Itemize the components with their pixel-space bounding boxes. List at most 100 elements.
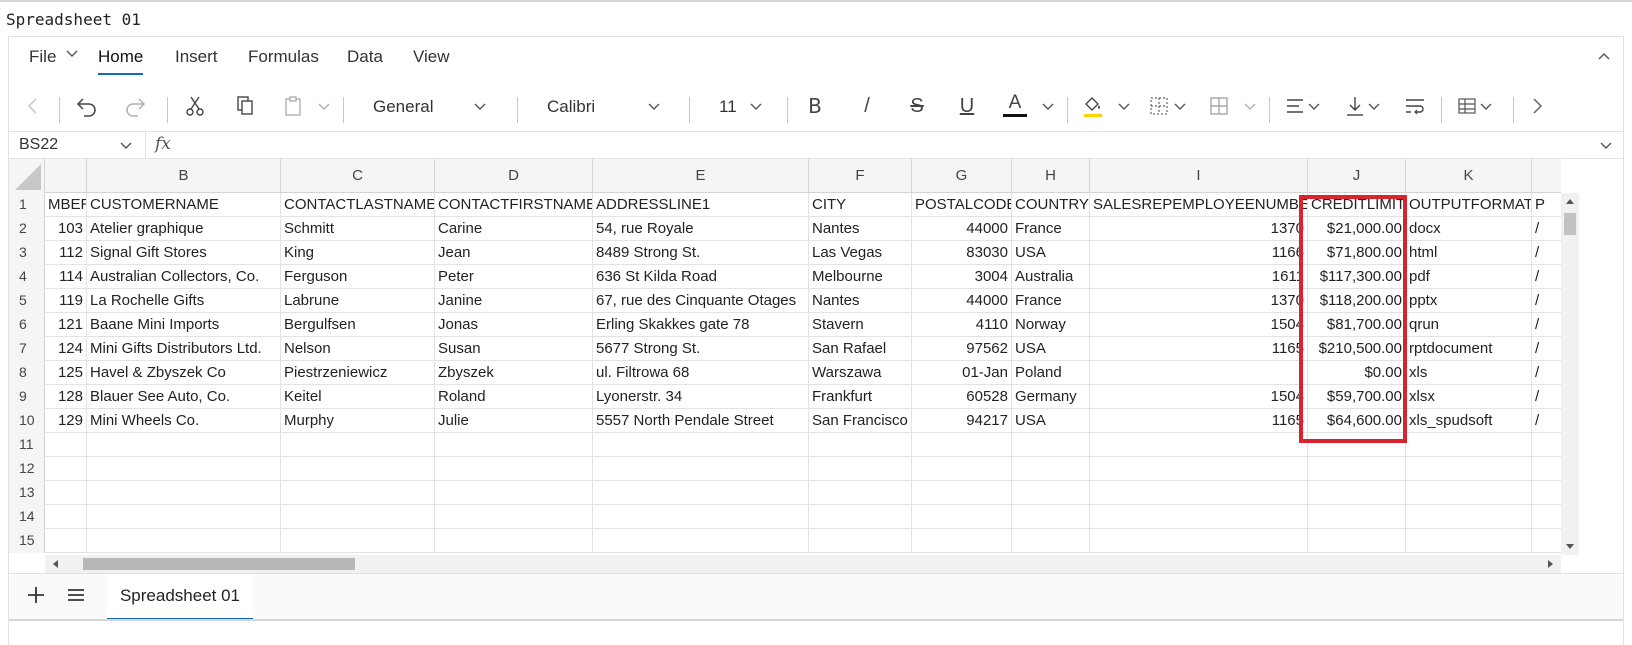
cell[interactable]: docx xyxy=(1406,217,1532,241)
cell[interactable]: OUTPUTFORMAT xyxy=(1406,193,1532,217)
cell[interactable]: Keitel xyxy=(281,385,435,409)
paste-options-chevron-icon[interactable] xyxy=(317,99,333,115)
cell[interactable] xyxy=(593,481,809,505)
cell[interactable]: $59,700.00 xyxy=(1308,385,1406,409)
cell[interactable]: 3004 xyxy=(912,265,1012,289)
row-header[interactable]: 2 xyxy=(9,217,45,241)
cell[interactable] xyxy=(281,505,435,529)
tab-view[interactable]: View xyxy=(413,47,450,67)
cell[interactable] xyxy=(87,481,281,505)
cell[interactable]: 44000 xyxy=(912,289,1012,313)
cell[interactable]: 60528 xyxy=(912,385,1012,409)
cell[interactable]: $210,500.00 xyxy=(1308,337,1406,361)
cell[interactable]: 97562 xyxy=(912,337,1012,361)
column-header-e[interactable]: E xyxy=(593,159,809,193)
cell[interactable]: / xyxy=(1532,241,1561,265)
cell[interactable]: CONTACTFIRSTNAME xyxy=(435,193,593,217)
row-header[interactable]: 11 xyxy=(9,433,45,457)
chevron-down-icon[interactable] xyxy=(473,99,489,115)
cell[interactable]: 1370 xyxy=(1090,289,1308,313)
cell[interactable]: 114 xyxy=(45,265,87,289)
cell[interactable] xyxy=(87,529,281,553)
function-icon[interactable]: fx xyxy=(155,134,171,154)
cell[interactable]: Signal Gift Stores xyxy=(87,241,281,265)
cell[interactable]: 8489 Strong St. xyxy=(593,241,809,265)
cell[interactable] xyxy=(1012,457,1090,481)
cell[interactable] xyxy=(281,433,435,457)
collapse-ribbon-icon[interactable] xyxy=(1597,49,1613,65)
cell[interactable]: / xyxy=(1532,361,1561,385)
vertical-align-bottom-icon[interactable] xyxy=(1343,91,1367,121)
cell[interactable]: Ferguson xyxy=(281,265,435,289)
cell[interactable] xyxy=(1406,505,1532,529)
cell[interactable] xyxy=(435,433,593,457)
cell[interactable]: 01-Jan xyxy=(912,361,1012,385)
cell[interactable] xyxy=(1012,505,1090,529)
cell[interactable]: ul. Filtrowa 68 xyxy=(593,361,809,385)
cell[interactable]: Australian Collectors, Co. xyxy=(87,265,281,289)
cell[interactable]: / xyxy=(1532,289,1561,313)
cell[interactable] xyxy=(1406,457,1532,481)
cell[interactable]: 83030 xyxy=(912,241,1012,265)
cell[interactable]: CUSTOMERNAME xyxy=(87,193,281,217)
cell[interactable] xyxy=(435,529,593,553)
tab-home[interactable]: Home xyxy=(98,47,144,75)
cell[interactable] xyxy=(45,529,87,553)
cell[interactable]: Nantes xyxy=(809,217,912,241)
add-sheet-icon[interactable] xyxy=(25,584,47,611)
cell[interactable]: / xyxy=(1532,265,1561,289)
column-header-j[interactable]: J xyxy=(1308,159,1406,193)
bold-button[interactable]: B xyxy=(803,91,827,121)
column-header-d[interactable]: D xyxy=(435,159,593,193)
cell[interactable]: 125 xyxy=(45,361,87,385)
cell[interactable] xyxy=(1090,505,1308,529)
merge-cells-icon[interactable] xyxy=(1207,91,1231,121)
cell[interactable]: Peter xyxy=(435,265,593,289)
chevron-down-icon[interactable] xyxy=(1307,99,1323,115)
cell[interactable] xyxy=(45,433,87,457)
expand-formula-icon[interactable] xyxy=(1599,138,1613,157)
cell[interactable]: San Rafael xyxy=(809,337,912,361)
cell[interactable]: Roland xyxy=(435,385,593,409)
wrap-text-icon[interactable] xyxy=(1403,91,1427,121)
cell[interactable] xyxy=(593,433,809,457)
cell[interactable]: / xyxy=(1532,313,1561,337)
cell[interactable]: King xyxy=(281,241,435,265)
cell[interactable]: Stavern xyxy=(809,313,912,337)
cell[interactable]: / xyxy=(1532,409,1561,433)
cell[interactable] xyxy=(1308,481,1406,505)
tab-formulas[interactable]: Formulas xyxy=(248,47,319,67)
cell[interactable] xyxy=(87,505,281,529)
cell[interactable]: 54, rue Royale xyxy=(593,217,809,241)
fill-color-icon[interactable] xyxy=(1081,91,1105,121)
chevron-down-icon[interactable] xyxy=(1173,99,1189,115)
cell[interactable]: Poland xyxy=(1012,361,1090,385)
row-header[interactable]: 12 xyxy=(9,457,45,481)
row-header[interactable]: 14 xyxy=(9,505,45,529)
column-header-partial-0[interactable] xyxy=(45,159,87,193)
cell[interactable]: P xyxy=(1532,193,1561,217)
cell[interactable]: 128 xyxy=(45,385,87,409)
cell[interactable] xyxy=(1406,481,1532,505)
chevron-down-icon[interactable] xyxy=(1479,99,1495,115)
undo-icon[interactable] xyxy=(73,91,101,121)
font-name-dropdown[interactable]: Calibri xyxy=(547,97,595,117)
cell[interactable]: 1611 xyxy=(1090,265,1308,289)
cell[interactable]: ADDRESSLINE1 xyxy=(593,193,809,217)
cell[interactable] xyxy=(1090,361,1308,385)
cell[interactable]: Nantes xyxy=(809,289,912,313)
cell[interactable]: Schmitt xyxy=(281,217,435,241)
cell[interactable] xyxy=(1090,433,1308,457)
cell[interactable]: 1166 xyxy=(1090,241,1308,265)
tab-file[interactable]: File xyxy=(29,47,56,67)
cell[interactable]: Norway xyxy=(1012,313,1090,337)
cell[interactable]: 5557 North Pendale Street xyxy=(593,409,809,433)
cell[interactable]: France xyxy=(1012,289,1090,313)
cell[interactable]: CITY xyxy=(809,193,912,217)
cell[interactable] xyxy=(1308,505,1406,529)
cut-icon[interactable] xyxy=(183,91,207,121)
sheet-list-icon[interactable] xyxy=(65,584,87,611)
cell[interactable]: Piestrzeniewicz xyxy=(281,361,435,385)
cell[interactable] xyxy=(1308,529,1406,553)
cell[interactable]: 1504 xyxy=(1090,385,1308,409)
